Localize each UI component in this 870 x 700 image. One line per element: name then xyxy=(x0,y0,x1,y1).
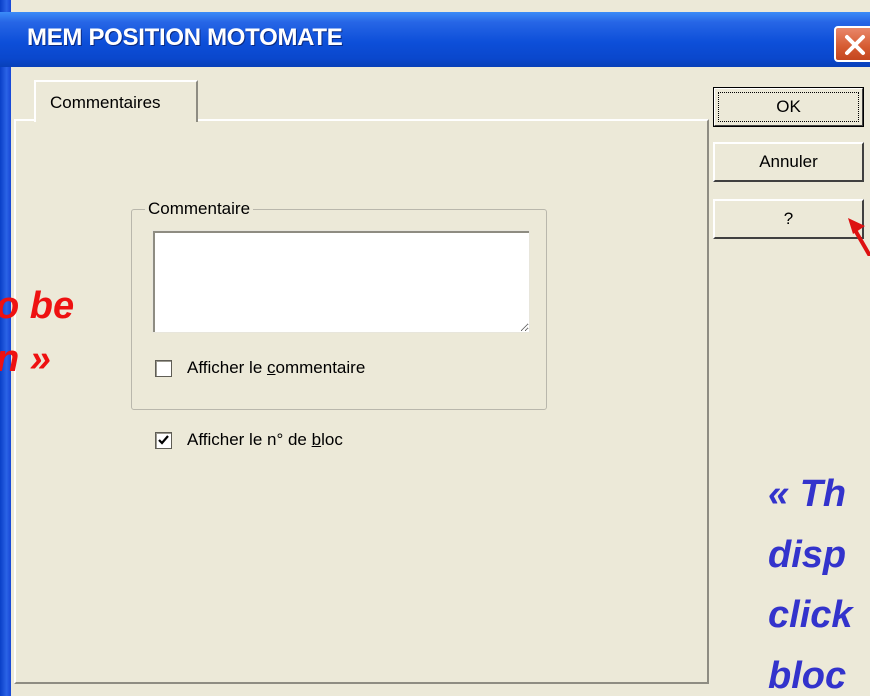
show-comment-label[interactable]: Afficher le commentaire xyxy=(187,358,365,378)
help-button[interactable]: ? xyxy=(713,199,864,239)
annotation-left-line2: n » xyxy=(0,338,51,380)
show-block-number-checkbox[interactable] xyxy=(155,432,172,449)
arrow-icon xyxy=(848,218,870,256)
close-button[interactable] xyxy=(834,26,870,62)
annotation-left-line1: o be xyxy=(0,285,75,327)
annotation-right-line2: disp xyxy=(768,534,847,576)
tab-commentaires[interactable]: Commentaires xyxy=(34,80,198,122)
show-block-number-label[interactable]: Afficher le n° de bloc xyxy=(187,430,343,450)
show-block-label-end: loc xyxy=(321,430,343,449)
show-comment-label-accelerator: c xyxy=(267,358,276,377)
ok-button[interactable]: OK xyxy=(713,87,864,127)
annotation-right-line1: « Th xyxy=(768,473,847,515)
show-comment-label-start: Afficher le xyxy=(187,358,268,377)
annotation-right-line4: bloc xyxy=(768,655,847,697)
tab-label: Commentaires xyxy=(50,93,161,112)
comment-group-label: Commentaire xyxy=(145,199,254,219)
dialog-window: MEM POSITION MOTOMATE Commentaires Comme… xyxy=(0,0,870,696)
checkmark-icon xyxy=(158,435,169,445)
close-icon xyxy=(845,35,865,55)
title-bar[interactable]: MEM POSITION MOTOMATE xyxy=(0,12,870,67)
comment-textarea[interactable] xyxy=(152,230,530,333)
cancel-button[interactable]: Annuler xyxy=(713,142,864,182)
show-block-label-start: Afficher le n° de xyxy=(187,430,312,449)
annotation-right-line3: click xyxy=(768,594,853,636)
show-block-label-accelerator: b xyxy=(311,430,322,449)
window-title: MEM POSITION MOTOMATE xyxy=(27,24,343,51)
show-comment-checkbox[interactable] xyxy=(155,360,172,377)
show-comment-label-end: ommentaire xyxy=(275,358,366,377)
